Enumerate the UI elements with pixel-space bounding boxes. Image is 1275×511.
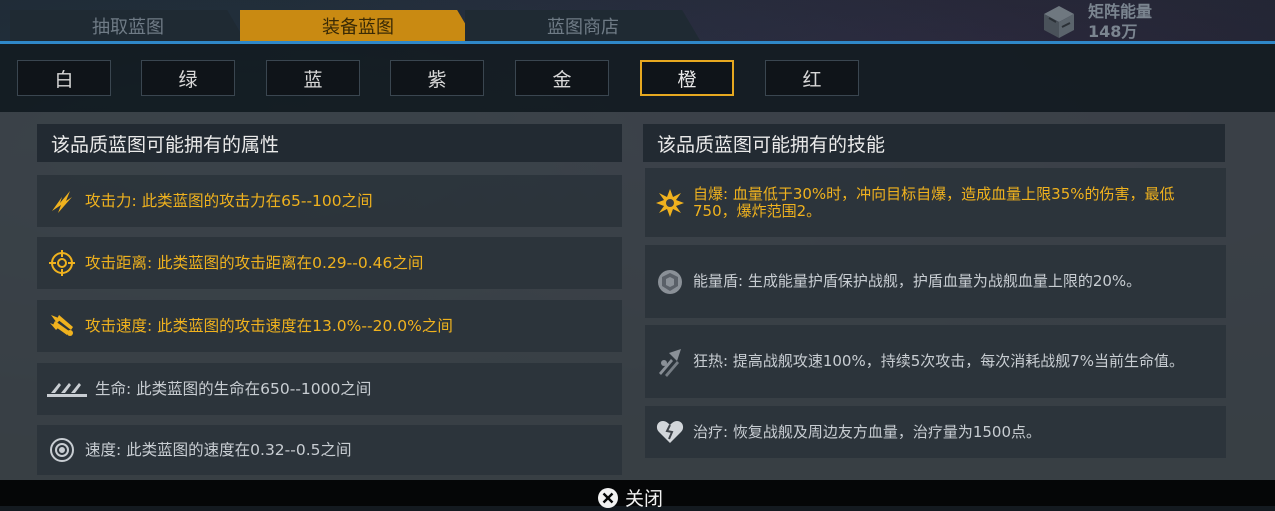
skill-row: 自爆: 血量低于30%时，冲向目标自爆，造成血量上限35%的伤害，最低750，爆…	[645, 168, 1226, 237]
speed-icon	[47, 435, 77, 465]
attribute-text: 攻击速度: 此类蓝图的攻击速度在13.0%--20.0%之间	[85, 317, 453, 335]
quality-gold-button[interactable]: 金	[515, 60, 609, 96]
quality-white-button[interactable]: 白	[17, 60, 111, 96]
attribute-text: 攻击距离: 此类蓝图的攻击距离在0.29--0.46之间	[85, 254, 424, 272]
attributes-title: 该品质蓝图可能拥有的属性	[37, 124, 622, 162]
tab-blueprint-shop[interactable]: 蓝图商店	[465, 10, 701, 42]
tab-label: 抽取蓝图	[92, 17, 164, 38]
attribute-row: 攻击距离: 此类蓝图的攻击距离在0.29--0.46之间	[37, 237, 622, 289]
tab-label: 蓝图商店	[547, 17, 619, 38]
matrix-energy-resource: 矩阵能量 148万	[1040, 2, 1152, 42]
close-icon	[598, 487, 618, 508]
close-label: 关闭	[625, 488, 664, 510]
tab-draw-blueprint[interactable]: 抽取蓝图	[10, 10, 246, 42]
attribute-text: 速度: 此类蓝图的速度在0.32--0.5之间	[85, 441, 352, 459]
skill-row: 治疗: 恢复战舰及周边友方血量，治疗量为1500点。	[645, 406, 1226, 458]
heal-icon	[655, 417, 685, 447]
missiles-icon	[47, 311, 77, 341]
quality-blue-button[interactable]: 蓝	[266, 60, 360, 96]
energy-cube-icon	[1044, 6, 1074, 38]
close-button[interactable]: 关闭	[597, 484, 663, 511]
frenzy-icon	[655, 347, 685, 377]
skill-text: 能量盾: 生成能量护盾保护战舰，护盾血量为战舰血量上限的20%。	[693, 272, 1142, 290]
quality-orange-button[interactable]: 橙	[640, 60, 734, 96]
attribute-row: 攻击速度: 此类蓝图的攻击速度在13.0%--20.0%之间	[37, 300, 622, 352]
quality-red-button[interactable]: 红	[765, 60, 859, 96]
skill-text: 狂热: 提高战舰攻速100%，持续5次攻击，每次消耗战舰7%当前生命值。	[693, 352, 1185, 370]
attribute-row: 生命: 此类蓝图的生命在650--1000之间	[37, 363, 622, 415]
attribute-text: 生命: 此类蓝图的生命在650--1000之间	[95, 380, 372, 398]
attribute-text: 攻击力: 此类蓝图的攻击力在65--100之间	[85, 192, 373, 210]
crosshair-icon	[47, 248, 77, 278]
attack-power-icon	[47, 186, 77, 216]
skill-row: 狂热: 提高战舰攻速100%，持续5次攻击，每次消耗战舰7%当前生命值。	[645, 325, 1226, 398]
skill-text: 自爆: 血量低于30%时，冲向目标自爆，造成血量上限35%的伤害，最低750，爆…	[693, 184, 1175, 220]
skill-text: 治疗: 恢复战舰及周边友方血量，治疗量为1500点。	[693, 422, 1041, 441]
resource-value: 148万	[1088, 22, 1138, 41]
resource-name: 矩阵能量	[1088, 2, 1153, 21]
health-icon	[47, 374, 87, 404]
tab-label: 装备蓝图	[322, 17, 394, 38]
tab-equip-blueprint[interactable]: 装备蓝图	[240, 10, 476, 42]
blueprint-tab-bar: 抽取蓝图 装备蓝图 蓝图商店 矩阵能量 148万	[0, 0, 1275, 44]
attribute-row: 攻击力: 此类蓝图的攻击力在65--100之间	[37, 175, 622, 227]
skill-row: 能量盾: 生成能量护盾保护战舰，护盾血量为战舰血量上限的20%。	[645, 245, 1226, 318]
explosion-icon	[655, 188, 685, 218]
skills-title: 该品质蓝图可能拥有的技能	[643, 124, 1225, 162]
quality-selector: 白 绿 蓝 紫 金 橙 红	[0, 44, 1275, 112]
quality-green-button[interactable]: 绿	[141, 60, 235, 96]
shield-icon	[655, 267, 685, 297]
attribute-row: 速度: 此类蓝图的速度在0.32--0.5之间	[37, 425, 622, 475]
quality-purple-button[interactable]: 紫	[390, 60, 484, 96]
